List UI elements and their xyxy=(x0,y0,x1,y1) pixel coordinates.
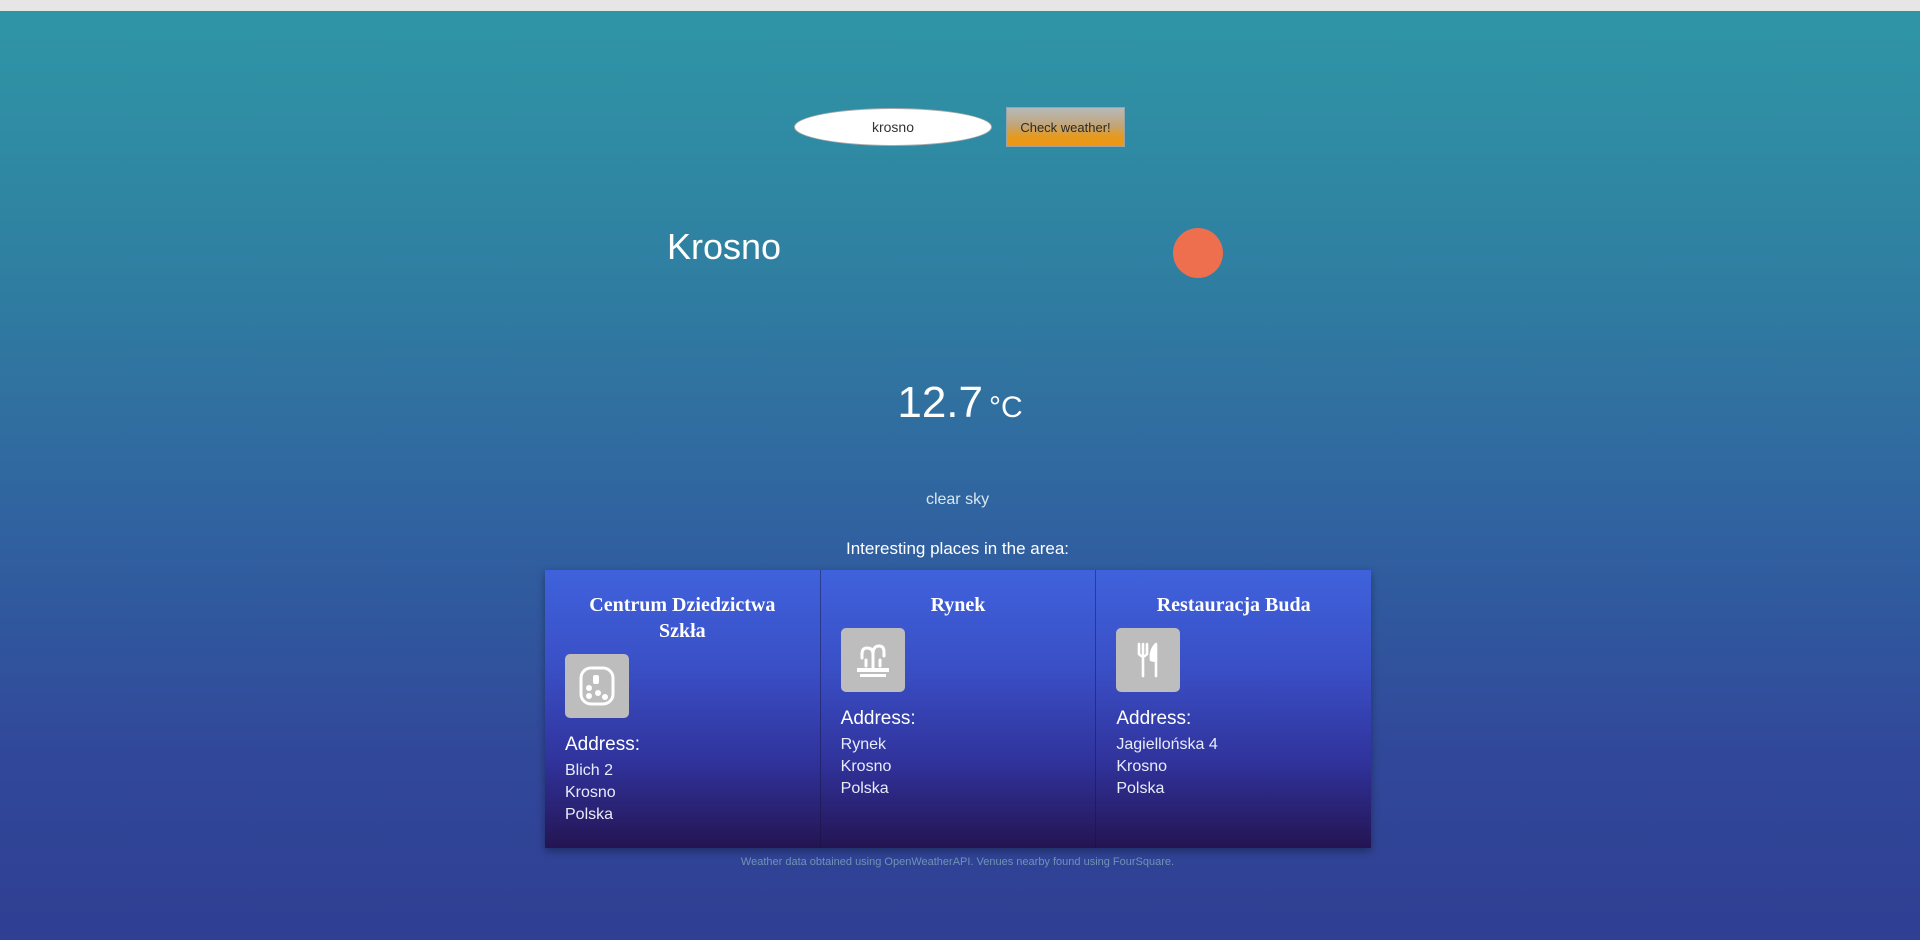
address-country: Polska xyxy=(1116,780,1165,797)
venue-card[interactable]: Centrum Dziedzictwa Szkła Address: Blich… xyxy=(545,570,821,848)
venue-card[interactable]: Restauracja Buda Address: Jagiellońska 4… xyxy=(1096,570,1372,848)
address-street: Blich 2 xyxy=(565,762,614,779)
address-label: Address: xyxy=(565,734,640,755)
address-label: Address: xyxy=(840,708,916,729)
temperature-value: 12.7 xyxy=(897,378,983,427)
venue-name: Restauracja Buda xyxy=(1156,594,1311,616)
weather-description: clear sky xyxy=(925,491,990,508)
city-search-input[interactable] xyxy=(794,108,992,146)
address-country: Polska xyxy=(840,780,889,797)
address-city: Krosno xyxy=(840,758,892,775)
browser-top-strip xyxy=(0,0,1920,11)
venue-name: Rynek xyxy=(930,594,986,616)
places-heading: Interesting places in the area: xyxy=(845,539,1070,558)
address-street: Rynek xyxy=(840,736,887,753)
address-street: Jagiellońska 4 xyxy=(1116,736,1218,753)
address-city: Krosno xyxy=(565,784,616,801)
museum-icon xyxy=(565,654,629,718)
weather-status-icon xyxy=(1173,228,1223,278)
search-bar: Check weather! xyxy=(0,107,1920,147)
temperature: 12.7 °C xyxy=(0,378,1920,428)
venue-card[interactable]: Rynek Address: Rynek Krosno Polska xyxy=(820,570,1097,848)
address-label: Address: xyxy=(1116,708,1192,729)
address-country: Polska xyxy=(565,806,614,823)
temperature-unit: °C xyxy=(988,391,1023,424)
venue-cards: Centrum Dziedzictwa Szkła Address: Blich… xyxy=(545,570,1372,848)
check-weather-button[interactable]: Check weather! xyxy=(1006,107,1125,147)
city-name: Krosno xyxy=(667,226,782,267)
attribution-footer: Weather data obtained using OpenWeatherA… xyxy=(740,856,1175,868)
restaurant-icon xyxy=(1116,628,1181,692)
fountain-icon xyxy=(840,628,905,692)
venue-name: Centrum Dziedzictwa Szkła xyxy=(589,594,776,642)
address-city: Krosno xyxy=(1116,758,1168,775)
